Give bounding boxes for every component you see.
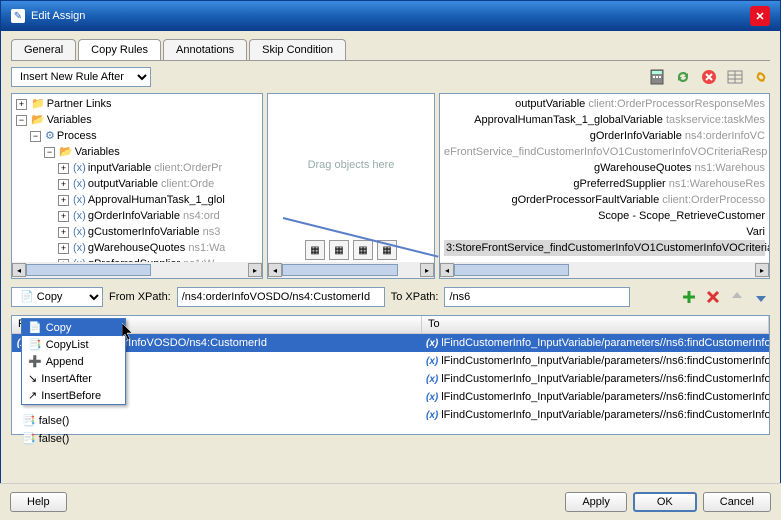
- tab-copy-rules[interactable]: Copy Rules: [78, 39, 161, 60]
- drag-hint: Drag objects here: [268, 94, 434, 236]
- close-icon[interactable]: ✕: [750, 6, 770, 26]
- to-xpath-input[interactable]: [444, 287, 630, 307]
- link-icon[interactable]: [752, 68, 770, 86]
- toolbar-icons: [648, 68, 770, 86]
- hscroll[interactable]: ◂▸: [12, 262, 262, 278]
- target-tree[interactable]: outputVariable client:OrderProcessorResp…: [440, 94, 769, 262]
- col-to[interactable]: To: [422, 316, 769, 333]
- expander-icon[interactable]: +: [16, 99, 27, 110]
- map-icon-3[interactable]: ▦: [353, 240, 373, 260]
- expander-icon[interactable]: −: [30, 131, 41, 142]
- operation-menu: 📄 Copy 📑 CopyList ➕ Append ↘ InsertAfter…: [21, 318, 126, 405]
- expander-icon[interactable]: −: [44, 147, 55, 158]
- from-xpath-label: From XPath:: [109, 291, 171, 303]
- cancel-button[interactable]: Cancel: [703, 492, 771, 512]
- insert-rule-dropdown[interactable]: Insert New Rule After: [11, 67, 151, 87]
- source-tree-panel: +📁Partner Links −📂Variables −⚙Process −📂…: [11, 93, 263, 279]
- false-item[interactable]: 📑 false(): [20, 430, 69, 448]
- error-icon[interactable]: [700, 68, 718, 86]
- grid-icon[interactable]: [726, 68, 744, 86]
- menu-copy[interactable]: 📄 Copy: [22, 319, 125, 336]
- app-icon: ✎: [11, 9, 25, 23]
- menu-insertafter[interactable]: ↘ InsertAfter: [22, 370, 125, 387]
- titlebar: ✎ Edit Assign ✕: [1, 1, 780, 31]
- apply-button[interactable]: Apply: [565, 492, 627, 512]
- from-xpath-input[interactable]: [177, 287, 385, 307]
- source-tree[interactable]: +📁Partner Links −📂Variables −⚙Process −📂…: [12, 94, 262, 278]
- hscroll[interactable]: ◂▸: [440, 262, 769, 278]
- expander-icon[interactable]: −: [16, 115, 27, 126]
- tree-var-outputVariable[interactable]: +(x)outputVariable client:Orde: [14, 176, 260, 192]
- grid-row[interactable]: (x)lFindCustomerInfo_InputVariable/param…: [12, 406, 769, 424]
- tab-skip-condition[interactable]: Skip Condition: [249, 39, 346, 60]
- tabs: General Copy Rules Annotations Skip Cond…: [1, 31, 780, 60]
- tree-var-inputVariable[interactable]: +(x)inputVariable client:OrderPr: [14, 160, 260, 176]
- menu-copylist[interactable]: 📑 CopyList: [22, 336, 125, 353]
- panels: +📁Partner Links −📂Variables −⚙Process −📂…: [1, 93, 780, 279]
- operation-dropdown[interactable]: 📄 Copy: [11, 287, 103, 307]
- help-button[interactable]: Help: [10, 492, 67, 512]
- map-icon-1[interactable]: ▦: [305, 240, 325, 260]
- tab-annotations[interactable]: Annotations: [163, 39, 247, 60]
- add-icon[interactable]: [680, 288, 698, 306]
- refresh-icon[interactable]: [674, 68, 692, 86]
- delete-icon[interactable]: [704, 288, 722, 306]
- menu-insertbefore[interactable]: ↗ InsertBefore: [22, 387, 125, 404]
- xpath-row: 📄 Copy From XPath: To XPath:: [1, 279, 780, 315]
- calculator-icon[interactable]: [648, 68, 666, 86]
- map-icon-4[interactable]: ▦: [377, 240, 397, 260]
- tree-var-approvalHumanTask[interactable]: +(x)ApprovalHumanTask_1_glol: [14, 192, 260, 208]
- window-title: Edit Assign: [31, 10, 85, 22]
- target-tree-panel: outputVariable client:OrderProcessorResp…: [439, 93, 770, 279]
- tree-var-gCustomerInfoVariable[interactable]: +(x)gCustomerInfoVariable ns3: [14, 224, 260, 240]
- map-icon-2[interactable]: ▦: [329, 240, 349, 260]
- down-icon[interactable]: [752, 288, 770, 306]
- tree-var-gWarehouseQuotes[interactable]: +(x)gWarehouseQuotes ns1:Wa: [14, 240, 260, 256]
- false-list: 📑 false() 📑 false(): [20, 410, 69, 450]
- ok-button[interactable]: OK: [633, 492, 697, 512]
- false-item[interactable]: 📑 false(): [20, 412, 69, 430]
- tree-var-gOrderInfoVariable[interactable]: +(x)gOrderInfoVariable ns4:ord: [14, 208, 260, 224]
- menu-append[interactable]: ➕ Append: [22, 353, 125, 370]
- up-icon[interactable]: [728, 288, 746, 306]
- toolbar: Insert New Rule After: [1, 61, 780, 93]
- drop-panel[interactable]: Drag objects here ▦ ▦ ▦ ▦ ◂▸: [267, 93, 435, 279]
- tab-general[interactable]: General: [11, 39, 76, 60]
- bottom-bar: Help Apply OK Cancel: [0, 483, 781, 520]
- to-xpath-label: To XPath:: [391, 291, 439, 303]
- hscroll[interactable]: ◂▸: [268, 262, 434, 278]
- target-highlight[interactable]: 3:StoreFrontService_findCustomerInfoVO1C…: [444, 240, 765, 256]
